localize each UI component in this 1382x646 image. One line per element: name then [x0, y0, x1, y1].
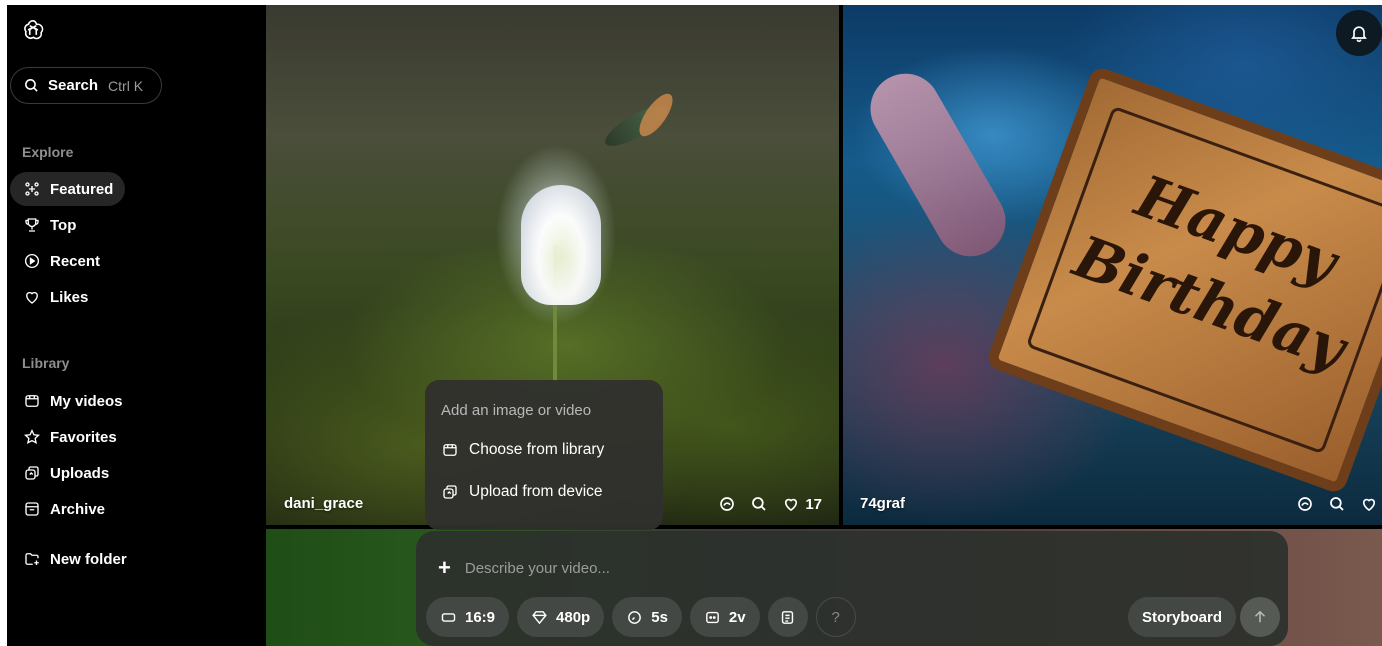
quality-icon — [532, 610, 547, 624]
birthday-sign: Happy Birthday — [984, 64, 1382, 496]
sidebar-item-label: Recent — [50, 252, 101, 270]
resolution-button[interactable]: 480p — [517, 597, 605, 637]
sidebar-item-label: Favorites — [50, 428, 117, 446]
remix-icon — [1298, 497, 1312, 511]
chip-label: 2v — [728, 608, 746, 626]
chip-label: 480p — [556, 608, 591, 626]
upload-from-device-option[interactable]: Upload from device — [441, 483, 647, 501]
heart-icon — [785, 498, 798, 511]
arrow-up-icon — [1254, 610, 1266, 623]
sidebar-item-label: Archive — [50, 500, 106, 518]
search-icon — [25, 79, 38, 92]
bell-icon — [1351, 26, 1367, 43]
flower-shape — [521, 185, 601, 305]
search-button[interactable]: Search Ctrl K — [10, 67, 162, 104]
presets-button[interactable] — [767, 597, 808, 637]
sidebar-item-label: Featured — [50, 180, 114, 198]
trophy-icon — [25, 218, 39, 232]
heart-icon — [26, 291, 38, 304]
magnifier-icon — [1330, 497, 1344, 511]
sidebar-item-label: Likes — [50, 288, 89, 306]
help-button[interactable]: ? — [815, 597, 856, 637]
sea-creature-shape — [857, 60, 1019, 270]
new-folder-label: New folder — [50, 550, 127, 568]
prompt-row: + — [438, 557, 1065, 579]
view-button[interactable] — [750, 495, 768, 513]
creator-name[interactable]: 74graf — [860, 495, 905, 512]
prompt-input[interactable] — [464, 559, 1065, 577]
add-media-popup: Add an image or video Choose from librar… — [425, 380, 663, 530]
document-icon — [781, 610, 794, 624]
variations-icon — [706, 611, 719, 623]
upload-icon — [443, 485, 457, 499]
play-circle-icon — [24, 253, 40, 269]
aspect-ratio-button[interactable]: 16:9 — [426, 597, 510, 637]
like-button[interactable] — [1360, 495, 1378, 513]
sidebar-item-label: Top — [50, 216, 77, 234]
sidebar-item-uploads[interactable]: Uploads — [10, 456, 121, 490]
creator-name[interactable]: dani_grace — [284, 495, 363, 512]
app-window: Search Ctrl K Explore Featured Top Recen… — [7, 5, 1382, 646]
heart-icon — [1362, 498, 1376, 511]
timer-icon — [628, 610, 642, 624]
library-section-title: Library — [22, 355, 70, 371]
choose-from-library-option[interactable]: Choose from library — [441, 441, 647, 459]
view-button[interactable] — [1328, 495, 1346, 513]
library-icon — [443, 444, 457, 456]
archive-icon — [25, 502, 39, 516]
sidebar-item-featured[interactable]: Featured — [10, 172, 126, 206]
sparkle-icon — [25, 182, 39, 196]
sidebar-item-recent[interactable]: Recent — [10, 244, 112, 278]
video-tile[interactable]: Happy Birthday 74graf — [843, 5, 1382, 525]
sidebar: Search Ctrl K Explore Featured Top Recen… — [7, 5, 266, 646]
magnifier-icon — [752, 497, 766, 511]
add-media-button[interactable]: + — [438, 557, 451, 579]
openai-logo-icon[interactable] — [20, 17, 46, 43]
uploads-icon — [25, 466, 39, 480]
remix-button[interactable] — [1296, 495, 1314, 513]
new-folder-button[interactable]: New folder — [10, 542, 139, 576]
star-icon — [24, 429, 40, 445]
aspect-ratio-icon — [441, 612, 456, 622]
popup-title: Add an image or video — [441, 402, 592, 419]
submit-button[interactable] — [1240, 597, 1280, 637]
new-folder-icon — [25, 553, 39, 565]
like-button[interactable]: 17 — [782, 495, 822, 513]
option-label: Upload from device — [469, 483, 603, 500]
sidebar-item-my-videos[interactable]: My videos — [10, 384, 135, 418]
prompt-composer: + 16:9 480p 5s 2v ? S — [416, 531, 1288, 646]
sidebar-item-label: My videos — [50, 392, 123, 410]
remix-icon — [720, 497, 735, 511]
explore-section-title: Explore — [22, 144, 74, 160]
search-label: Search — [48, 77, 99, 94]
chip-label: 16:9 — [465, 608, 496, 626]
sidebar-item-likes[interactable]: Likes — [10, 280, 100, 314]
chip-label: 5s — [651, 608, 668, 626]
like-count: 17 — [805, 495, 822, 513]
sidebar-item-label: Uploads — [50, 464, 110, 482]
remix-button[interactable] — [718, 495, 736, 513]
variations-button[interactable]: 2v — [689, 597, 760, 637]
storyboard-button[interactable]: Storyboard — [1127, 597, 1236, 637]
option-label: Choose from library — [469, 441, 605, 458]
tile-actions — [1296, 495, 1378, 513]
sidebar-item-top[interactable]: Top — [10, 208, 88, 242]
video-library-icon — [25, 395, 39, 407]
sidebar-item-favorites[interactable]: Favorites — [10, 420, 129, 454]
settings-chips: 16:9 480p 5s 2v ? — [426, 597, 856, 637]
search-shortcut: Ctrl K — [108, 77, 144, 94]
tile-actions: 17 — [718, 495, 822, 513]
sidebar-item-archive[interactable]: Archive — [10, 492, 117, 526]
notifications-button[interactable] — [1336, 10, 1382, 56]
duration-button[interactable]: 5s — [612, 597, 682, 637]
